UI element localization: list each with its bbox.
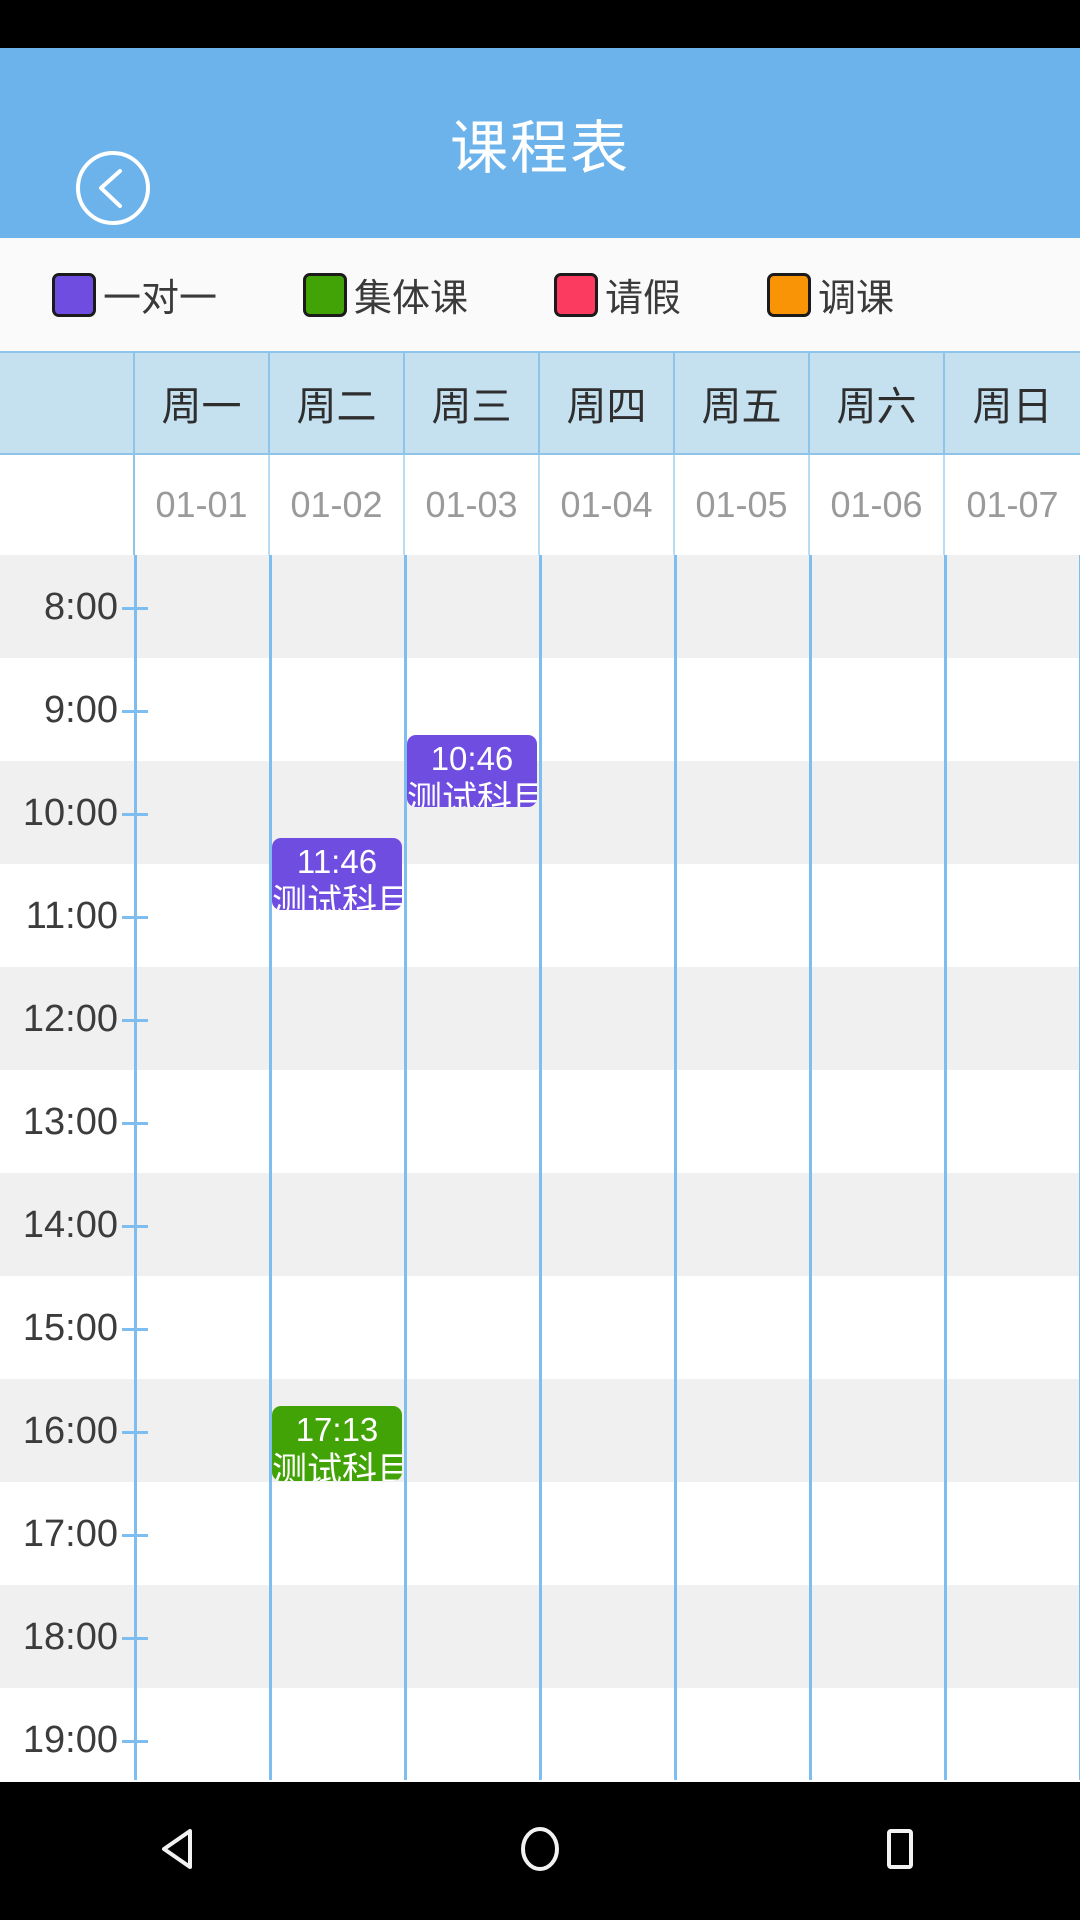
day-header-fri[interactable]: 周五: [675, 353, 810, 453]
date-corner-cell: [0, 455, 135, 555]
android-home-button[interactable]: [480, 1791, 600, 1911]
status-bar: [0, 0, 1080, 48]
day-header-mon[interactable]: 周一: [135, 353, 270, 453]
event-name: 测试科目: [272, 1451, 402, 1481]
date-cell-mon[interactable]: 01-01: [135, 455, 270, 555]
events-layer: 10:46 测试科目a 11:46 测试科目a 17:13测试科目c班: [0, 555, 1080, 1780]
legend-item-leave[interactable]: 请假: [554, 267, 681, 322]
date-cell-sun[interactable]: 01-07: [945, 455, 1080, 555]
schedule-calendar: 周一 周二 周三 周四 周五 周六 周日 01-01 01-02 01-03 0…: [0, 351, 1080, 1782]
color-swatch-reschedule: [767, 272, 812, 317]
legend-label-group-class: 集体课: [354, 278, 469, 320]
day-header-row: 周一 周二 周三 周四 周五 周六 周日: [0, 351, 1080, 455]
event-name: 测试科目a: [407, 780, 537, 807]
day-header-sat[interactable]: 周六: [810, 353, 945, 453]
back-triangle-icon: [152, 1821, 208, 1882]
event-time: 11:46: [296, 843, 378, 880]
legend-item-reschedule[interactable]: 调课: [767, 267, 894, 322]
app-header: 课程表: [0, 48, 1080, 238]
phone-screen: 课程表 一对一 集体课 请假 调课 周一 周二 周三 周四 周五 周六 周日 0…: [0, 0, 1080, 1920]
legend-item-group-class[interactable]: 集体课: [303, 267, 468, 322]
color-swatch-leave: [554, 272, 599, 317]
event-time: 17:13: [295, 1411, 379, 1448]
calendar-event[interactable]: 17:13测试科目c班: [272, 1406, 402, 1481]
date-row: 01-01 01-02 01-03 01-04 01-05 01-06 01-0…: [0, 455, 1080, 555]
legend-bar: 一对一 集体课 请假 调课: [0, 238, 1080, 351]
day-header-tue[interactable]: 周二: [270, 353, 405, 453]
android-recents-button[interactable]: [840, 1791, 960, 1911]
color-swatch-one-on-one: [52, 272, 96, 317]
legend-label-one-on-one: 一对一: [103, 278, 218, 320]
legend-label-leave: 请假: [605, 278, 682, 320]
event-time: 10:46: [430, 740, 514, 777]
calendar-grid-body: 8:00 9:00 10:00 11:00 12:00 13:00 14:00 15:00 16…: [0, 555, 1080, 1780]
page-title: 课程表: [449, 116, 630, 181]
calendar-event[interactable]: 10:46 测试科目a: [407, 735, 537, 807]
day-header-wed[interactable]: 周三: [405, 353, 540, 453]
home-circle-icon: [512, 1821, 568, 1882]
day-header-thu[interactable]: 周四: [540, 353, 675, 453]
event-name: 测试科目a: [272, 883, 402, 910]
android-back-button[interactable]: [120, 1791, 240, 1911]
date-cell-fri[interactable]: 01-05: [675, 455, 810, 555]
day-header-sun[interactable]: 周日: [945, 353, 1080, 453]
calendar-corner-cell: [0, 353, 135, 453]
color-swatch-group-class: [303, 272, 348, 317]
back-button[interactable]: [74, 149, 152, 227]
date-cell-sat[interactable]: 01-06: [810, 455, 945, 555]
date-cell-thu[interactable]: 01-04: [540, 455, 675, 555]
android-nav-bar: [0, 1782, 1080, 1920]
date-cell-wed[interactable]: 01-03: [405, 455, 540, 555]
chevron-left-circle-icon: [74, 149, 152, 227]
date-cell-tue[interactable]: 01-02: [270, 455, 405, 555]
legend-label-reschedule: 调课: [818, 278, 895, 320]
legend-item-one-on-one[interactable]: 一对一: [52, 267, 217, 322]
calendar-event[interactable]: 11:46 测试科目a: [272, 838, 402, 910]
recents-square-icon: [872, 1821, 928, 1882]
